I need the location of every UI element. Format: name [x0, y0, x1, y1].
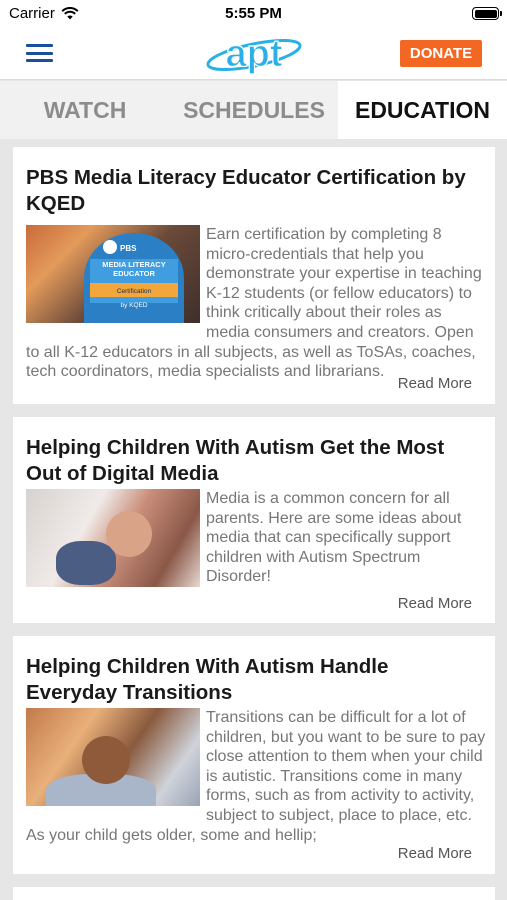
menu-icon-bar	[26, 51, 53, 55]
pbs-badge-line3: Certification	[117, 288, 152, 295]
donate-button[interactable]: DONATE	[400, 40, 482, 67]
article-card[interactable]: Helping Children With Autism Handle Ever…	[13, 636, 495, 874]
read-more-link[interactable]: Read More	[398, 375, 472, 392]
article-card[interactable]: PBS Media Literacy Educator Certificatio…	[13, 147, 495, 404]
section-tabs: WATCH SCHEDULES EDUCATION	[0, 81, 507, 139]
article-thumbnail[interactable]	[26, 708, 200, 806]
pbs-badge-line1: MEDIA LITERACY	[102, 260, 165, 269]
article-summary: Media is a common concern for all parent…	[206, 490, 462, 586]
article-title[interactable]: Helping Children With Autism Handle Ever…	[26, 654, 482, 706]
status-time: 5:55 PM	[225, 5, 282, 22]
article-thumbnail[interactable]: PBS MEDIA LITERACY EDUCATOR Certificatio…	[26, 225, 200, 323]
menu-icon-bar	[26, 44, 53, 47]
pbs-badge-line4: by KQED	[120, 302, 147, 309]
tab-watch[interactable]: WATCH	[0, 81, 170, 139]
apt-logo-text: apt	[226, 33, 283, 75]
app-header: apt DONATE	[0, 28, 507, 80]
pbs-badge-brand: PBS	[120, 244, 137, 253]
read-more-link[interactable]: Read More	[398, 845, 472, 862]
article-thumbnail[interactable]	[26, 489, 200, 587]
tab-schedules[interactable]: SCHEDULES	[170, 81, 338, 139]
status-bar: Carrier 5:55 PM	[0, 0, 507, 28]
article-feed[interactable]: PBS Media Literacy Educator Certificatio…	[0, 139, 507, 900]
pbs-badge-line2: EDUCATOR	[113, 269, 155, 278]
article-card[interactable]	[13, 887, 495, 900]
read-more-link[interactable]: Read More	[398, 595, 472, 612]
article-card[interactable]: Helping Children With Autism Get the Mos…	[13, 417, 495, 623]
tab-education[interactable]: EDUCATION	[338, 81, 507, 139]
apt-logo[interactable]: apt	[204, 30, 304, 76]
pbs-badge: PBS MEDIA LITERACY EDUCATOR Certificatio…	[102, 240, 166, 309]
article-title[interactable]: PBS Media Literacy Educator Certificatio…	[26, 165, 482, 217]
article-title[interactable]: Helping Children With Autism Get the Mos…	[26, 435, 482, 487]
battery-icon	[472, 7, 502, 20]
menu-icon-bar	[26, 59, 53, 62]
menu-button[interactable]	[26, 42, 53, 64]
